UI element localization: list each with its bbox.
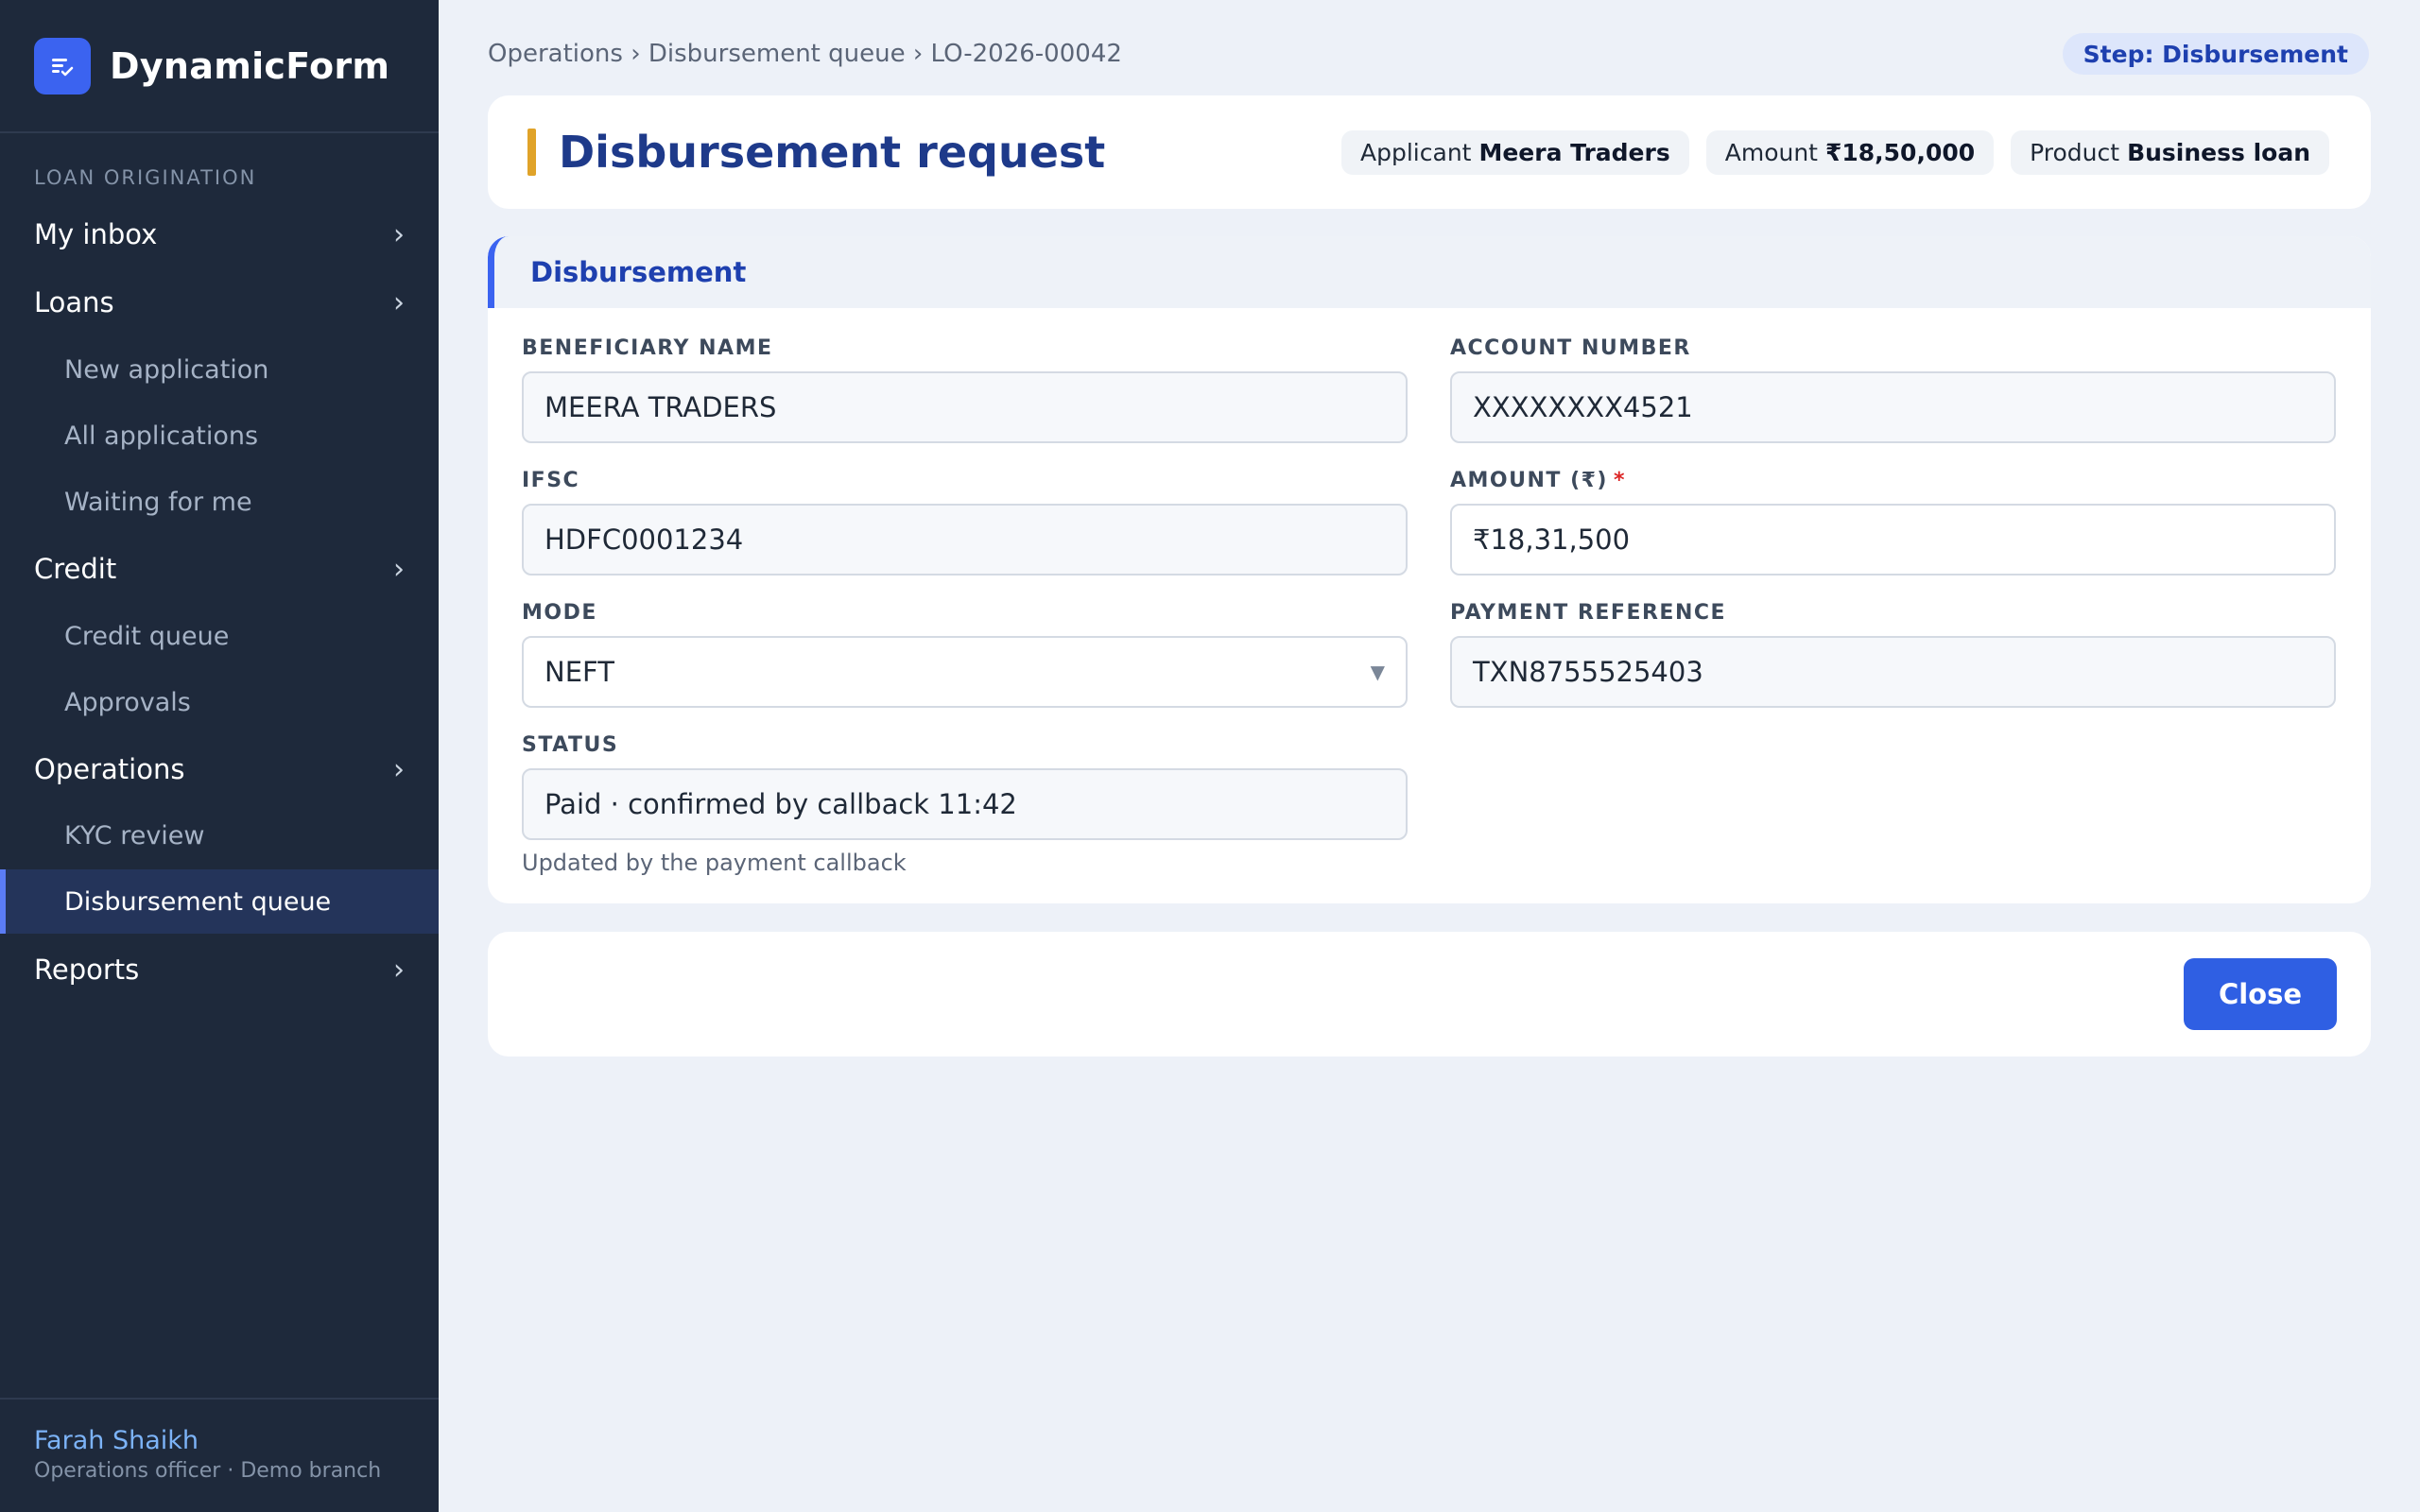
sidebar-item-label: Loans <box>34 286 114 318</box>
sidebar-item-new-application[interactable]: New application <box>0 337 439 402</box>
action-bar: Close <box>488 932 2371 1057</box>
sidebar-item-waiting-for-me[interactable]: Waiting for me <box>0 470 439 534</box>
step-badge: Step: Disbursement <box>2062 33 2369 75</box>
required-mark: * <box>1613 469 1626 492</box>
title-accent-bar <box>527 129 536 176</box>
page-title: Disbursement request <box>559 127 1106 178</box>
chevron-right-icon: › <box>393 552 405 586</box>
applicant-chip: Applicant Meera Traders <box>1341 129 1689 175</box>
status-input[interactable]: Paid · confirmed by callback 11:42 <box>522 768 1408 840</box>
nav-section-title: LOAN ORIGINATION <box>34 166 257 189</box>
sidebar-item-loans[interactable]: Loans › <box>0 270 439 335</box>
product-chip: Product Business loan <box>2011 129 2329 175</box>
status-help-text: Updated by the payment callback <box>522 850 907 876</box>
field-label: ACCOUNT NUMBER <box>1450 336 1691 360</box>
chip-key: Product <box>2030 138 2120 166</box>
chip-value: Business loan <box>2127 138 2310 166</box>
beneficiary-name-field: BENEFICIARY NAME MEERA TRADERS <box>522 336 1408 443</box>
sidebar: DynamicForm LOAN ORIGINATION My inbox › … <box>0 0 439 1512</box>
sidebar-item-label: Reports <box>34 954 140 986</box>
status-field: STATUS Paid · confirmed by callback 11:4… <box>522 733 1408 876</box>
sidebar-item-disbursement-queue[interactable]: Disbursement queue <box>0 869 439 934</box>
chip-value: ₹18,50,000 <box>1824 138 1976 166</box>
sidebar-item-kyc-review[interactable]: KYC review <box>0 803 439 868</box>
chip-key: Applicant <box>1360 138 1472 166</box>
mode-field: MODE NEFT ▼ <box>522 601 1408 708</box>
field-label: MODE <box>522 601 597 625</box>
sidebar-item-credit-queue[interactable]: Credit queue <box>0 604 439 668</box>
field-label: PAYMENT REFERENCE <box>1450 601 1727 625</box>
mode-selected-value: NEFT <box>544 656 614 688</box>
account-number-input[interactable]: XXXXXXXX4521 <box>1450 371 2336 443</box>
payment-reference-input[interactable]: TXN8755525403 <box>1450 636 2336 708</box>
breadcrumb[interactable]: Operations › Disbursement queue › LO-202… <box>488 40 1122 68</box>
payment-reference-field: PAYMENT REFERENCE TXN8755525403 <box>1450 601 2336 708</box>
field-label: AMOUNT (₹) * <box>1450 469 2336 492</box>
app-name: DynamicForm <box>110 44 390 87</box>
sidebar-item-label: Credit <box>34 553 117 585</box>
form-section-title: Disbursement <box>488 236 2371 308</box>
chip-key: Amount <box>1724 138 1818 166</box>
user-name[interactable]: Farah Shaikh <box>34 1426 405 1455</box>
sidebar-item-operations[interactable]: Operations › <box>0 737 439 801</box>
sidebar-item-approvals[interactable]: Approvals <box>0 670 439 734</box>
sidebar-item-label: Operations <box>34 753 185 785</box>
chevron-right-icon: › <box>393 285 405 319</box>
chevron-right-icon: › <box>393 217 405 251</box>
amount-chip: Amount ₹18,50,000 <box>1705 129 1995 175</box>
sidebar-item-reports[interactable]: Reports › <box>0 937 439 1002</box>
chevron-right-icon: › <box>393 953 405 987</box>
user-profile: Farah Shaikh Operations officer · Demo b… <box>0 1398 439 1512</box>
field-label: IFSC <box>522 469 580 492</box>
sidebar-item-all-applications[interactable]: All applications <box>0 404 439 468</box>
sidebar-item-my-inbox[interactable]: My inbox › <box>0 202 439 266</box>
account-number-field: ACCOUNT NUMBER XXXXXXXX4521 <box>1450 336 2336 443</box>
caret-down-icon: ▼ <box>1370 661 1385 683</box>
page-header: Disbursement request Applicant Meera Tra… <box>488 95 2371 209</box>
chevron-right-icon: › <box>393 752 405 786</box>
field-label: STATUS <box>522 733 619 757</box>
ifsc-input[interactable]: HDFC0001234 <box>522 504 1408 576</box>
close-button[interactable]: Close <box>2184 958 2337 1030</box>
disbursement-form: Disbursement BENEFICIARY NAME MEERA TRAD… <box>488 236 2371 903</box>
mode-select[interactable]: NEFT ▼ <box>522 636 1408 708</box>
user-role: Operations officer · Demo branch <box>34 1459 382 1483</box>
form-check-icon <box>34 37 91 94</box>
amount-field: AMOUNT (₹) * ₹18,31,500 <box>1450 469 2336 576</box>
sidebar-item-label: My inbox <box>34 218 158 250</box>
sidebar-item-credit[interactable]: Credit › <box>0 537 439 601</box>
summary-chips: Applicant Meera Traders Amount ₹18,50,00… <box>1341 129 2329 175</box>
amount-label: AMOUNT (₹) <box>1450 469 1608 492</box>
chip-value: Meera Traders <box>1478 138 1670 166</box>
ifsc-field: IFSC HDFC0001234 <box>522 469 1408 576</box>
amount-input[interactable]: ₹18,31,500 <box>1450 504 2336 576</box>
field-label: BENEFICIARY NAME <box>522 336 773 360</box>
beneficiary-name-input[interactable]: MEERA TRADERS <box>522 371 1408 443</box>
brand: DynamicForm <box>0 0 439 133</box>
